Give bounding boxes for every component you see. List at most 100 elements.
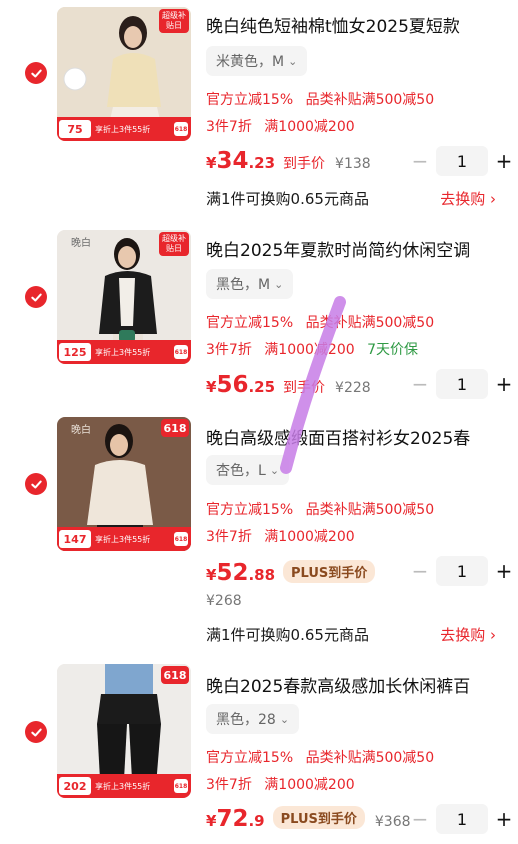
decrement-button[interactable]: − (408, 807, 432, 831)
checkmark-icon (30, 69, 42, 77)
currency-symbol: ¥ (206, 154, 217, 172)
mini-618-icon: 618 (174, 532, 188, 546)
exchange-link[interactable]: 去换购 › (440, 624, 496, 645)
plus-price-badge: PLUS到手价 (283, 560, 376, 583)
promo-tag: 3件7折 (206, 529, 252, 545)
checkmark-icon (30, 480, 42, 488)
spec-value: 米黄色，M (216, 54, 285, 70)
quantity-value[interactable]: 1 (436, 369, 488, 399)
item-checkbox[interactable] (25, 473, 47, 495)
quantity-value[interactable]: 1 (436, 146, 488, 176)
price-label: 到手价 (283, 380, 326, 396)
thumb-promo-text: 享折上3件55折 (95, 347, 151, 357)
thumb-price: 147 (59, 530, 91, 548)
decrement-button[interactable]: − (408, 372, 432, 396)
item-checkbox[interactable] (25, 286, 47, 308)
thumb-promo-text: 享折上3件55折 (95, 124, 151, 134)
promo-618-tag: 618 (161, 419, 189, 437)
price-row: ¥ 72 .9 PLUS到手价 ¥368 (206, 806, 411, 832)
exchange-row: 满1件可换购0.65元商品 去换购 › (206, 624, 496, 645)
increment-button[interactable]: + (492, 149, 516, 173)
promo-line-2: 3件7折 满1000减200 (206, 116, 363, 136)
plus-price-badge: PLUS到手价 (272, 806, 365, 829)
promo-tag: 满1000减200 (264, 119, 355, 135)
quantity-value[interactable]: 1 (436, 804, 488, 834)
spec-value: 杏色，L (216, 463, 266, 479)
spec-selector[interactable]: 米黄色，M ⌄ (206, 46, 308, 76)
price-integer: 52 (216, 560, 249, 586)
product-title[interactable]: 晚白高级感缎面百搭衬衫女2025春 (206, 424, 506, 449)
promo-line-1: 官方立减15% 品类补贴满500减50 (206, 747, 442, 767)
subsidy-tag: 超级补贴日 (159, 232, 189, 256)
quantity-stepper: − 1 + (408, 369, 516, 399)
chevron-down-icon: ⌄ (288, 54, 298, 68)
quantity-stepper: − 1 + (408, 804, 516, 834)
product-thumbnail[interactable]: 618 202 享折上3件55折 618 (57, 664, 191, 798)
mini-618-icon: 618 (174, 779, 188, 793)
mini-618-icon: 618 (174, 345, 188, 359)
increment-button[interactable]: + (492, 372, 516, 396)
quantity-value[interactable]: 1 (436, 556, 488, 586)
checkmark-icon (30, 728, 42, 736)
promo-line-1: 官方立减15% 品类补贴满500减50 (206, 312, 442, 332)
price-label: 到手价 (283, 156, 326, 172)
price-decimal: .9 (248, 812, 265, 830)
price-row: ¥ 34 .23 到手价 ¥138 (206, 148, 371, 174)
thumb-price: 202 (59, 777, 91, 795)
decrement-button[interactable]: − (408, 149, 432, 173)
thumb-promo-text: 享折上3件55折 (95, 781, 151, 791)
exchange-text: 满1件可换购0.65元商品 (206, 626, 369, 644)
promo-618-tag: 618 (161, 666, 189, 684)
promo-tag: 品类补贴满500减50 (305, 750, 435, 766)
product-thumbnail[interactable]: 晚白 618 147 享折上3件55折 618 (57, 417, 191, 551)
promo-tag: 品类补贴满500减50 (305, 92, 435, 108)
promo-tag: 3件7折 (206, 342, 252, 358)
product-thumbnail[interactable]: 晚白 超级补贴日 125 享折上3件55折 618 (57, 230, 191, 364)
promo-tag: 满1000减200 (264, 342, 355, 358)
product-title[interactable]: 晚白纯色短袖棉t恤女2025夏短款 (206, 12, 506, 37)
spec-selector[interactable]: 杏色，L ⌄ (206, 455, 290, 485)
price-row: ¥ 56 .25 到手价 ¥228 (206, 372, 371, 398)
promo-tag: 官方立减15% (206, 502, 294, 518)
chevron-down-icon: ⌄ (269, 463, 280, 477)
chevron-down-icon: ⌄ (279, 712, 290, 726)
price-protection-tag: 7天价保 (367, 342, 419, 358)
thumb-promo-strip: 202 享折上3件55折 618 (57, 774, 191, 798)
thumb-promo-text: 享折上3件55折 (95, 534, 151, 544)
exchange-row: 满1件可换购0.65元商品 去换购 › (206, 188, 496, 209)
original-price: ¥268 (206, 593, 242, 609)
decrement-button[interactable]: − (408, 559, 432, 583)
promo-line-2: 3件7折 满1000减200 (206, 526, 363, 546)
spec-value: 黑色，28 (216, 712, 276, 728)
price-integer: 72 (216, 806, 249, 832)
promo-tag: 官方立减15% (206, 315, 294, 331)
product-title[interactable]: 晚白2025年夏款时尚简约休闲空调 (206, 236, 506, 261)
product-title[interactable]: 晚白2025春款高级感加长休闲裤百 (206, 672, 506, 697)
promo-line-2: 3件7折 满1000减200 (206, 774, 363, 794)
promo-line-1: 官方立减15% 品类补贴满500减50 (206, 89, 442, 109)
promo-tag: 官方立减15% (206, 92, 294, 108)
promo-tag: 3件7折 (206, 119, 252, 135)
brand-watermark: 晚白 (71, 425, 91, 436)
increment-button[interactable]: + (492, 559, 516, 583)
item-checkbox[interactable] (25, 721, 47, 743)
spec-selector[interactable]: 黑色，M ⌄ (206, 269, 294, 299)
subsidy-tag: 超级补贴日 (159, 9, 189, 33)
original-price: ¥228 (335, 380, 371, 396)
price-decimal: .25 (248, 378, 276, 396)
currency-symbol: ¥ (206, 812, 217, 830)
quantity-stepper: − 1 + (408, 556, 516, 586)
price-decimal: .88 (248, 566, 276, 584)
spec-selector[interactable]: 黑色，28 ⌄ (206, 704, 300, 734)
product-thumbnail[interactable]: 超级补贴日 75 享折上3件55折 618 (57, 7, 191, 141)
promo-line-2: 3件7折 满1000减200 7天价保 (206, 339, 426, 359)
increment-button[interactable]: + (492, 807, 516, 831)
item-checkbox[interactable] (25, 62, 47, 84)
quantity-stepper: − 1 + (408, 146, 516, 176)
mini-618-icon: 618 (174, 122, 188, 136)
brand-watermark: 晚白 (71, 238, 91, 249)
original-price: ¥138 (335, 156, 371, 172)
exchange-link[interactable]: 去换购 › (440, 188, 496, 209)
currency-symbol: ¥ (206, 566, 217, 584)
spec-value: 黑色，M (216, 277, 271, 293)
